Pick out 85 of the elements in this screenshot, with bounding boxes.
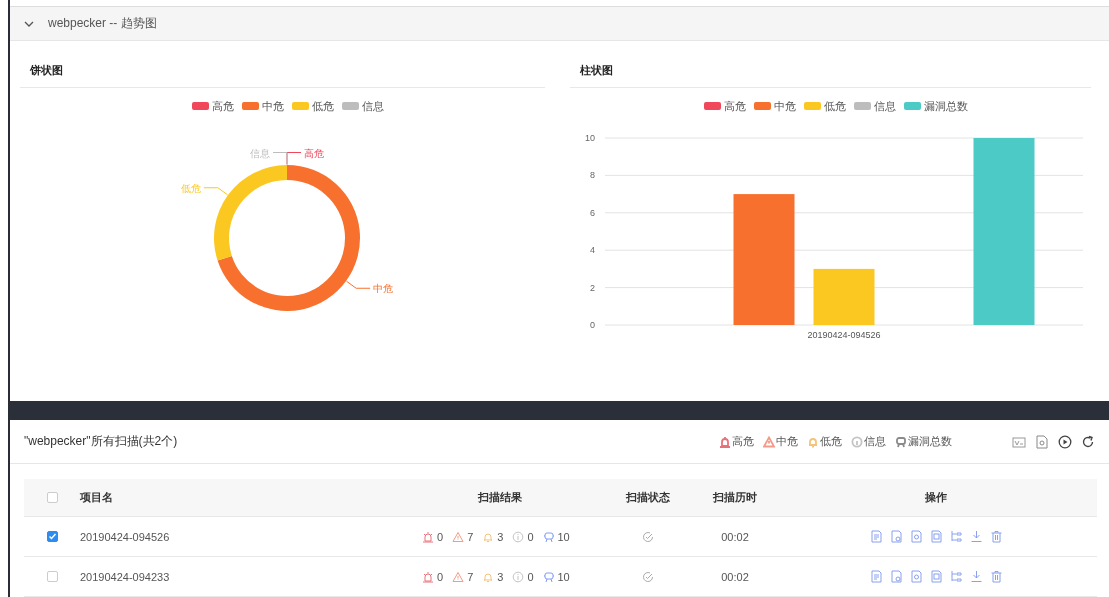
trash-icon[interactable] <box>989 570 1003 583</box>
report-icon[interactable] <box>1012 434 1026 449</box>
table-cell: 00:02 <box>721 530 749 543</box>
legend-label: 中危 <box>261 98 284 114</box>
checkbox[interactable] <box>46 531 58 542</box>
table-cell: 20190424-094526 <box>80 530 170 543</box>
info-icon <box>512 570 525 583</box>
download-icon[interactable] <box>969 570 983 583</box>
column-header: 扫描历时 <box>713 490 757 505</box>
warning-icon <box>452 570 465 583</box>
download-icon[interactable] <box>969 530 983 543</box>
card-title: 柱状图 <box>570 41 1091 88</box>
section-title: "webpecker"所有扫描(共2个) <box>24 433 179 450</box>
play-icon[interactable] <box>1058 434 1072 449</box>
legend-label: 高危 <box>211 98 234 114</box>
slice-label: 信息 <box>250 147 270 159</box>
document-clock-icon[interactable] <box>889 530 903 543</box>
bell-icon <box>482 570 495 583</box>
axis-tick-label: 8 <box>590 170 595 181</box>
axis-tick-label: 10 <box>585 133 595 143</box>
result-count: 3 <box>497 530 504 543</box>
panel-header[interactable]: webpecker -- 趋势图 <box>10 7 1109 41</box>
legend-label: 漏洞总数 <box>923 98 968 114</box>
slice-label: 中危 <box>373 283 394 295</box>
legend-label: 信息 <box>864 434 886 449</box>
info-icon <box>512 530 525 543</box>
check-circle-icon <box>641 530 654 543</box>
slice-label: 高危 <box>304 147 324 159</box>
legend-label: 低危 <box>820 434 842 449</box>
warning-icon <box>452 530 465 543</box>
table-cell: 00:02 <box>721 570 749 583</box>
result-count: 7 <box>467 570 474 583</box>
alarm-icon <box>422 530 434 543</box>
leader-line <box>345 280 371 289</box>
bar <box>813 268 875 325</box>
check-circle-icon <box>641 570 654 583</box>
column-header: 操作 <box>925 490 947 505</box>
checkbox[interactable] <box>46 571 58 582</box>
document-clock-icon[interactable] <box>889 570 903 583</box>
axis-tick-label: 2 <box>590 282 595 293</box>
legend-label: 高危 <box>732 434 754 449</box>
legend-label: 低危 <box>823 98 846 114</box>
legend-label: 信息 <box>873 98 896 114</box>
document-copy-icon[interactable] <box>929 570 943 583</box>
card-title: 饼状图 <box>20 41 545 88</box>
axis-tick-label: 4 <box>590 245 595 256</box>
result-count: 0 <box>527 530 534 543</box>
result-count: 0 <box>437 530 444 543</box>
legend-label: 漏洞总数 <box>908 434 952 449</box>
document-copy-icon[interactable] <box>929 530 943 543</box>
slice-label: 低危 <box>180 182 201 194</box>
leader-line <box>203 187 229 196</box>
legend-label: 信息 <box>361 98 384 114</box>
document-icon[interactable] <box>869 570 883 583</box>
refresh-icon[interactable] <box>1081 434 1095 449</box>
trash-icon[interactable] <box>989 530 1003 543</box>
column-header: 项目名 <box>80 491 113 503</box>
document-icon[interactable] <box>869 530 883 543</box>
result-count: 10 <box>557 530 570 543</box>
axis-tick-label: 0 <box>590 320 595 330</box>
legend-label: 低危 <box>311 98 334 114</box>
legend-label: 高危 <box>723 98 746 114</box>
legend-label: 中危 <box>773 98 796 114</box>
alarm-icon <box>422 570 434 583</box>
column-header: 扫描结果 <box>478 490 522 505</box>
result-count: 0 <box>527 570 534 583</box>
legend-label: 中危 <box>776 434 798 449</box>
axis-tick-label: 6 <box>590 207 595 218</box>
leader-line <box>272 152 288 165</box>
result-count: 0 <box>437 570 444 583</box>
bug-icon <box>542 570 555 583</box>
axis-category-label: 20190424-094526 <box>807 330 881 340</box>
checkbox[interactable] <box>46 492 58 503</box>
column-header: 扫描状态 <box>625 490 670 505</box>
bell-icon <box>482 530 495 543</box>
document-search-icon[interactable] <box>909 570 923 583</box>
table-cell: 20190424-094233 <box>80 570 170 583</box>
document-search-icon[interactable] <box>1035 434 1049 449</box>
tree-icon[interactable] <box>949 570 963 583</box>
result-count: 10 <box>557 570 570 583</box>
result-count: 3 <box>497 570 504 583</box>
bug-icon <box>542 530 555 543</box>
tree-icon[interactable] <box>949 530 963 543</box>
result-count: 7 <box>467 530 474 543</box>
document-search-icon[interactable] <box>909 530 923 543</box>
